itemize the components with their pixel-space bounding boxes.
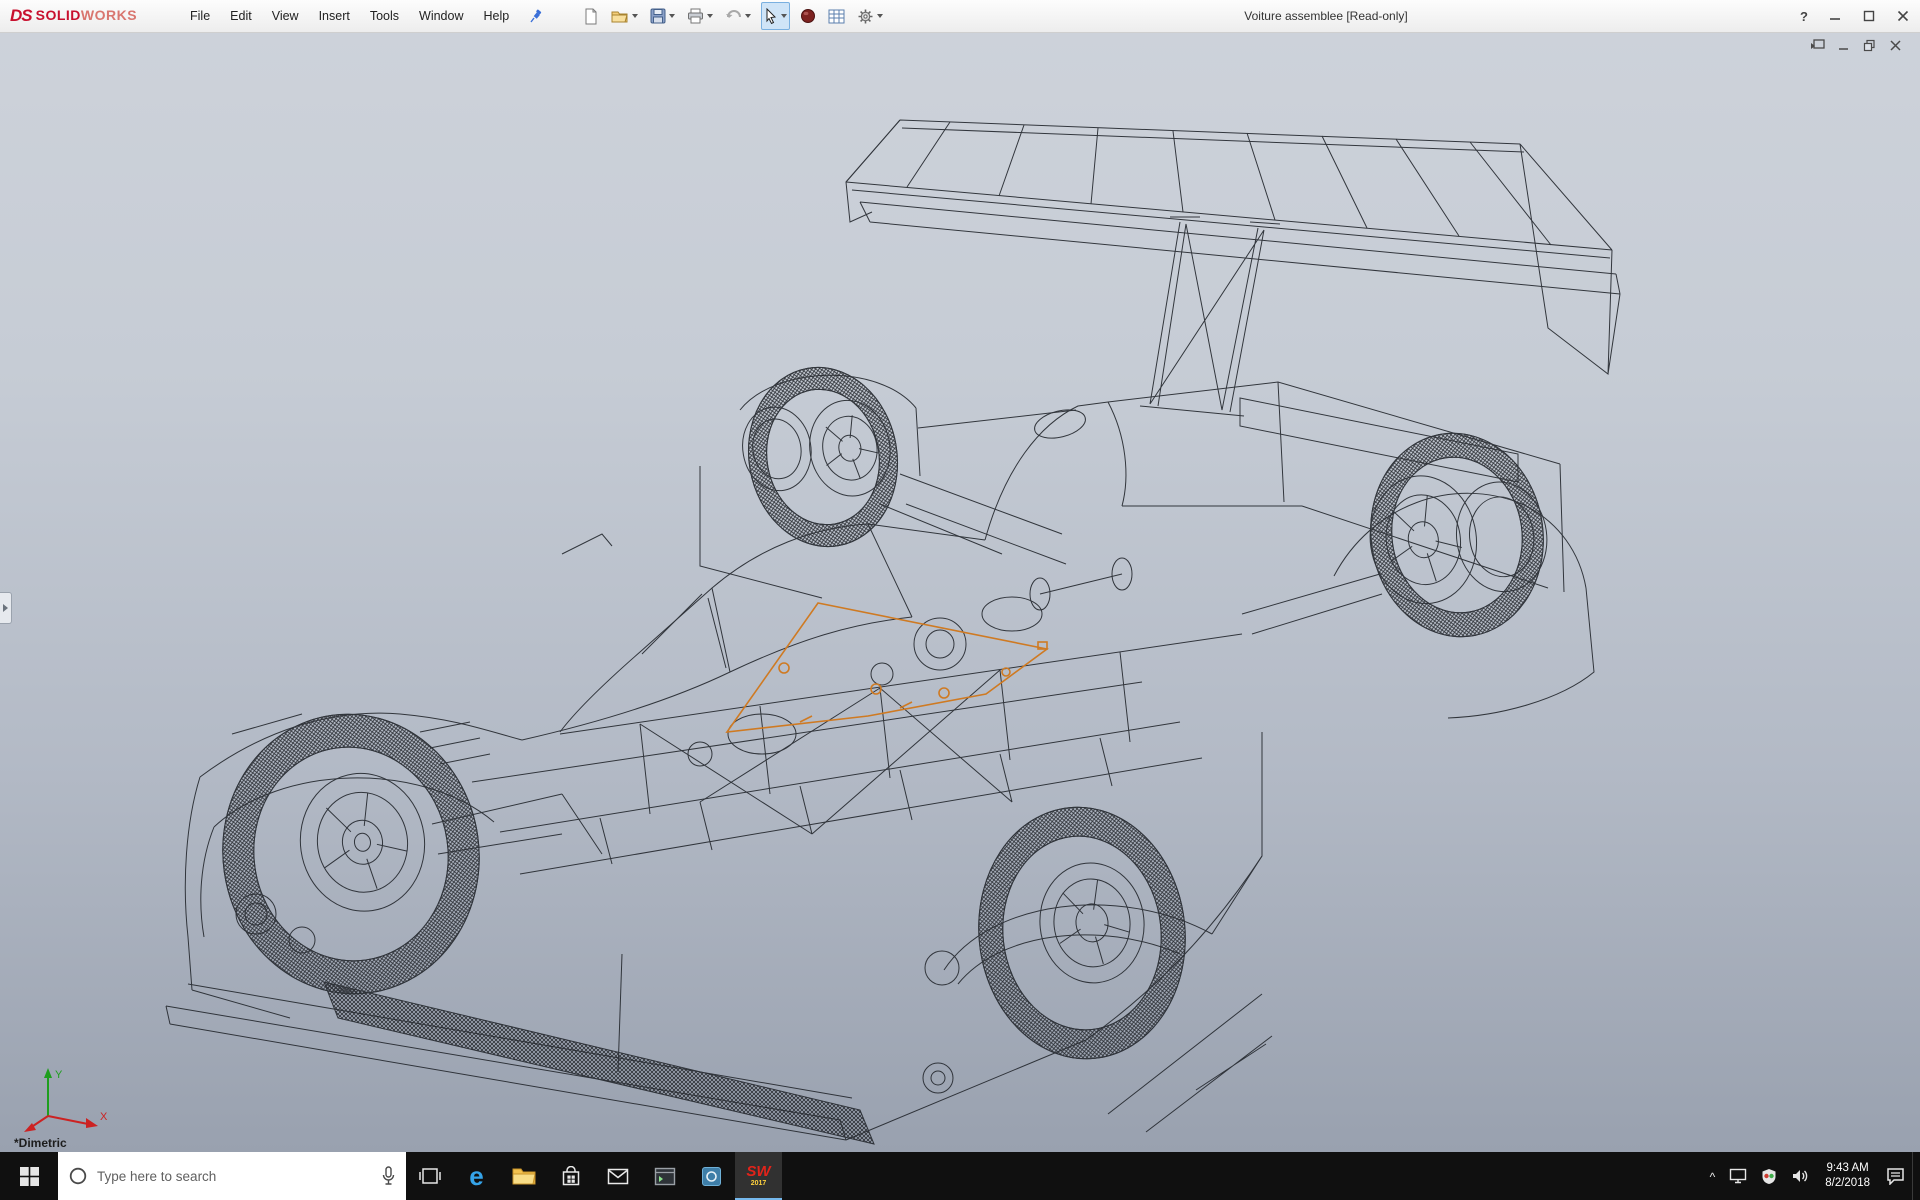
brand-solid: SOLID	[36, 7, 81, 23]
tray-display-icon[interactable]	[1722, 1152, 1754, 1200]
taskbar-app-media[interactable]	[688, 1152, 735, 1200]
menu-file[interactable]: File	[180, 0, 220, 32]
brand-works: WORKS	[81, 7, 137, 23]
flyout-arrow-icon	[3, 604, 8, 612]
menu-tools[interactable]: Tools	[360, 0, 409, 32]
file-explorer-icon	[512, 1166, 536, 1186]
search-placeholder: Type here to search	[97, 1169, 372, 1184]
open-icon[interactable]	[609, 3, 640, 29]
taskbar-mail[interactable]	[594, 1152, 641, 1200]
show-desktop-button[interactable]	[1912, 1152, 1920, 1200]
menubar: DS SOLIDWORKS File Edit View Insert Tool…	[0, 0, 1920, 33]
design-table-icon[interactable]	[826, 3, 847, 29]
wireframe-model-svg	[0, 32, 1920, 1152]
highlighted-sketch[interactable]	[727, 603, 1047, 732]
tray-security-icon[interactable]	[1754, 1152, 1784, 1200]
solidworks-icon: SW 2017	[746, 1164, 770, 1187]
ds-logo: DS	[10, 6, 32, 26]
appearance-sphere-icon[interactable]	[798, 3, 818, 29]
child-restore-icon[interactable]	[1861, 38, 1878, 53]
wheel-rear-left	[731, 356, 912, 560]
save-icon[interactable]	[648, 3, 677, 29]
task-view-icon	[419, 1166, 441, 1186]
solidworks-logo: DS SOLIDWORKS	[0, 6, 180, 26]
mail-icon	[607, 1168, 629, 1185]
tray-chevron[interactable]: ^	[1703, 1152, 1723, 1200]
child-close-icon[interactable]	[1887, 38, 1904, 53]
taskbar-solidworks[interactable]: SW 2017	[735, 1152, 782, 1200]
car-body-lines	[166, 120, 1620, 1144]
menu-insert[interactable]: Insert	[309, 0, 360, 32]
menu-list: File Edit View Insert Tools Window Help	[180, 0, 519, 32]
dock-window-icon[interactable]	[1809, 38, 1826, 53]
quick-toolbar	[573, 2, 885, 30]
taskbar-search-box[interactable]: Type here to search	[58, 1152, 406, 1200]
app-media-icon	[701, 1166, 722, 1187]
microphone-icon[interactable]	[381, 1166, 396, 1186]
taskbar-store[interactable]	[547, 1152, 594, 1200]
windows-taskbar: Type here to search e SW 2017	[0, 1152, 1920, 1200]
task-view-button[interactable]	[406, 1152, 453, 1200]
menu-edit[interactable]: Edit	[220, 0, 262, 32]
app-window-icon	[654, 1167, 676, 1186]
print-icon[interactable]	[685, 3, 715, 29]
taskbar-clock[interactable]: 9:43 AM 8/2/2018	[1816, 1161, 1879, 1191]
edge-icon: e	[469, 1163, 483, 1189]
clock-time: 9:43 AM	[1825, 1161, 1870, 1176]
wheel-front-left	[205, 698, 497, 1011]
new-document-icon[interactable]	[581, 3, 601, 29]
orientation-triad: Y X	[14, 1064, 114, 1136]
pin-menu-icon[interactable]	[527, 6, 547, 26]
solidworks-app-window: DS SOLIDWORKS File Edit View Insert Tool…	[0, 0, 1920, 1200]
options-gear-icon[interactable]	[855, 3, 885, 29]
maximize-icon[interactable]	[1862, 9, 1876, 23]
window-controls: ?	[1800, 0, 1910, 32]
child-window-controls	[1809, 38, 1904, 53]
taskbar-edge[interactable]: e	[453, 1152, 500, 1200]
action-center-icon[interactable]	[1879, 1152, 1912, 1200]
triad-x-label: X	[100, 1111, 108, 1123]
windows-logo-icon	[20, 1167, 39, 1186]
store-icon	[561, 1166, 581, 1187]
taskbar-file-explorer[interactable]	[500, 1152, 547, 1200]
start-button[interactable]	[0, 1152, 58, 1200]
system-tray: ^ 9:43 AM 8/2/2018	[1703, 1152, 1920, 1200]
minimize-icon[interactable]	[1828, 9, 1842, 23]
undo-icon[interactable]	[723, 3, 753, 29]
wheel-front-right	[966, 797, 1197, 1069]
close-icon[interactable]	[1896, 9, 1910, 23]
view-orientation-label: *Dimetric	[14, 1136, 67, 1150]
child-minimize-icon[interactable]	[1835, 38, 1852, 53]
graphics-viewport[interactable]: Y X *Dimetric	[0, 32, 1920, 1152]
cortana-icon	[68, 1166, 88, 1186]
document-title: Voiture assemblee [Read-only]	[1244, 0, 1407, 32]
help-icon[interactable]: ?	[1800, 9, 1808, 24]
feature-manager-flyout-tab[interactable]	[0, 592, 12, 624]
clock-date: 8/2/2018	[1825, 1176, 1870, 1191]
taskbar-app-window[interactable]	[641, 1152, 688, 1200]
menu-help[interactable]: Help	[474, 0, 520, 32]
menu-window[interactable]: Window	[409, 0, 473, 32]
menu-view[interactable]: View	[262, 0, 309, 32]
select-cursor-icon[interactable]	[761, 2, 790, 30]
triad-y-label: Y	[55, 1069, 63, 1081]
tray-volume-icon[interactable]	[1784, 1152, 1816, 1200]
